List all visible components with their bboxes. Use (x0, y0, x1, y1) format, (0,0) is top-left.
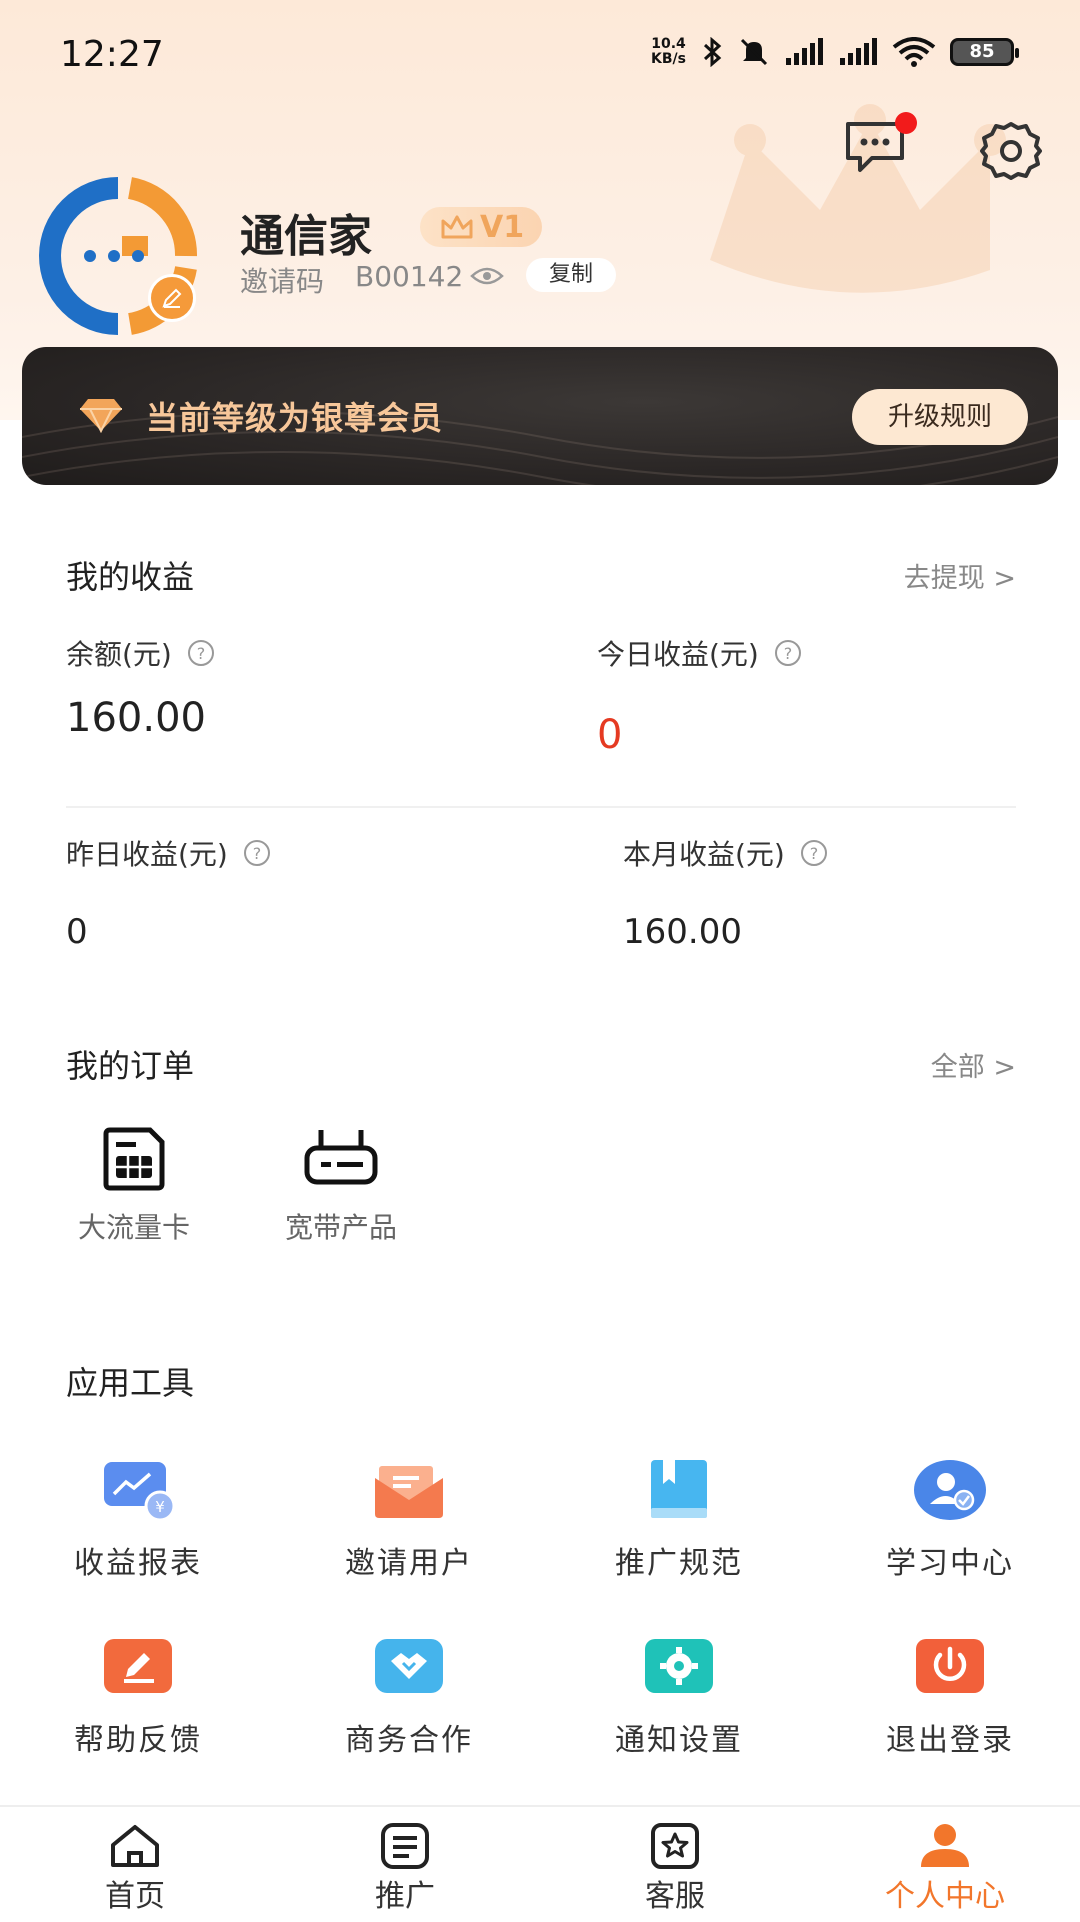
tool-label: 收益报表 (74, 1546, 202, 1581)
help-icon[interactable]: ? (773, 638, 803, 668)
help-icon[interactable]: ? (186, 638, 216, 668)
member-level-card: 当前等级为银尊会员 升级规则 (22, 347, 1058, 485)
tool-label: 学习中心 (886, 1546, 1014, 1581)
tool-label: 帮助反馈 (74, 1723, 202, 1758)
list-icon (381, 1823, 429, 1869)
star-icon (651, 1823, 699, 1869)
tab-customer-service[interactable]: 客服 (575, 1821, 775, 1915)
envelope-icon (375, 1466, 443, 1518)
invite-code-value: B00142 (355, 260, 464, 293)
user-name: 通信家 (240, 211, 372, 262)
svg-text:¥: ¥ (155, 1498, 165, 1516)
order-item-broadband[interactable]: 宽带产品 (271, 1126, 411, 1246)
month-earnings-value: 160.00 (623, 912, 742, 952)
orders-title: 我的订单 (66, 1047, 195, 1085)
tool-notification-settings[interactable]: 通知设置 (579, 1635, 779, 1759)
tab-label: 推广 (375, 1879, 435, 1914)
svg-text:?: ? (253, 844, 262, 863)
bottom-tab-bar: 首页 推广 客服 个人中心 (0, 1805, 1080, 1922)
yesterday-earnings-label: 昨日收益(元) ? (66, 833, 272, 873)
tab-label: 客服 (645, 1879, 705, 1914)
tools-title: 应用工具 (66, 1364, 195, 1402)
tool-help-feedback[interactable]: 帮助反馈 (38, 1635, 238, 1759)
bluetooth-icon (703, 37, 722, 67)
network-speed-value: 10.4 (651, 36, 686, 52)
bell-muted-icon (740, 38, 768, 66)
pencil-icon (104, 1639, 172, 1693)
balance-label: 余额(元) ? (66, 633, 216, 673)
order-item-label: 宽带产品 (284, 1211, 397, 1244)
tool-label: 邀请用户 (345, 1546, 473, 1581)
order-item-sim-card[interactable]: 大流量卡 (64, 1126, 204, 1246)
router-icon (304, 1130, 378, 1185)
help-icon[interactable]: ? (242, 838, 272, 868)
notification-dot (895, 112, 917, 134)
handshake-icon (375, 1639, 443, 1693)
book-icon (651, 1460, 707, 1518)
wifi-icon (892, 37, 936, 67)
divider (66, 806, 1016, 808)
tool-earnings-report[interactable]: ¥ 收益报表 (38, 1458, 238, 1582)
edit-avatar-button[interactable] (148, 274, 196, 322)
tool-business-cooperation[interactable]: 商务合作 (309, 1635, 509, 1759)
network-speed-unit: KB/s (651, 51, 686, 67)
user-check-icon (914, 1460, 986, 1520)
yesterday-earnings-value: 0 (66, 912, 88, 952)
battery-indicator: 85 (950, 38, 1019, 66)
month-earnings-label-text: 本月收益(元) (623, 838, 785, 871)
earnings-report-icon: ¥ (104, 1462, 176, 1522)
tool-learning-center[interactable]: 学习中心 (850, 1458, 1050, 1582)
order-item-label: 大流量卡 (77, 1211, 190, 1244)
upgrade-rules-button[interactable]: 升级规则 (852, 389, 1028, 445)
settings-gear-icon[interactable] (978, 118, 1044, 184)
status-bar: 12:27 10.4 KB/s 85 (0, 0, 1080, 110)
tool-label: 通知设置 (615, 1723, 743, 1758)
svg-text:?: ? (784, 644, 793, 663)
pencil-edit-icon (162, 288, 182, 308)
status-time: 12:27 (60, 34, 164, 75)
tool-logout[interactable]: 退出登录 (850, 1635, 1050, 1759)
tab-promotion[interactable]: 推广 (305, 1821, 505, 1915)
person-icon (921, 1824, 969, 1867)
tab-home[interactable]: 首页 (35, 1821, 235, 1915)
status-icons: 10.4 KB/s 85 (651, 36, 1019, 68)
power-icon (916, 1639, 984, 1693)
eye-icon[interactable] (470, 264, 504, 288)
copy-button[interactable]: 复制 (526, 258, 616, 292)
home-icon (111, 1825, 159, 1867)
today-earnings-label: 今日收益(元) ? (597, 633, 803, 673)
network-speed: 10.4 KB/s (651, 37, 686, 67)
gear-badge-icon (645, 1639, 713, 1693)
signal-2-icon (840, 38, 877, 65)
signal-1-icon (786, 38, 823, 65)
tool-invite-users[interactable]: 邀请用户 (309, 1458, 509, 1582)
tool-label: 商务合作 (345, 1723, 473, 1758)
member-level-text: 当前等级为银尊会员 (146, 399, 444, 437)
help-icon[interactable]: ? (799, 838, 829, 868)
crown-icon (441, 215, 473, 239)
today-earnings-label-text: 今日收益(元) (597, 638, 759, 671)
withdraw-link[interactable]: 去提现 > (904, 556, 1016, 595)
svg-text:?: ? (197, 644, 206, 663)
tab-personal-center[interactable]: 个人中心 (845, 1821, 1045, 1915)
month-earnings-label: 本月收益(元) ? (623, 833, 829, 873)
level-badge: V1 (420, 207, 543, 247)
tool-promotion-rules[interactable]: 推广规范 (579, 1458, 779, 1582)
svg-text:?: ? (810, 844, 819, 863)
tab-label: 个人中心 (885, 1879, 1005, 1914)
today-earnings-value: 0 (597, 712, 623, 758)
level-text: V1 (480, 209, 525, 245)
tool-label: 推广规范 (615, 1546, 743, 1581)
sim-card-icon (103, 1127, 165, 1191)
balance-label-text: 余额(元) (66, 638, 172, 671)
tool-label: 退出登录 (886, 1723, 1014, 1758)
tab-label: 首页 (105, 1879, 165, 1914)
invite-code-label: 邀请码 (240, 265, 325, 298)
all-orders-link[interactable]: 全部 > (931, 1045, 1016, 1084)
earnings-title: 我的收益 (66, 558, 195, 596)
yesterday-earnings-label-text: 昨日收益(元) (66, 838, 228, 871)
balance-value: 160.00 (66, 695, 206, 741)
diamond-icon (80, 399, 122, 433)
